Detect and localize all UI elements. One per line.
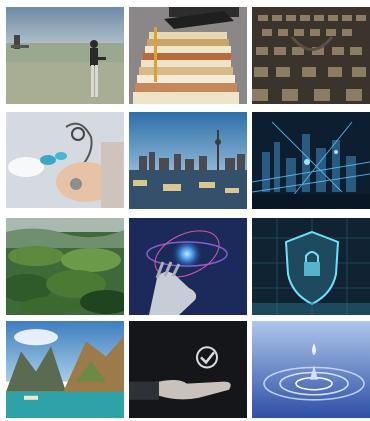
gallery-tile-cyber-shield[interactable] (252, 218, 370, 315)
gallery-tile-auditorium[interactable] (252, 7, 370, 104)
robot-hand-globe-image (129, 218, 247, 315)
harbor-city-skyline-image (129, 112, 247, 209)
gallery-tile-hand-check[interactable] (129, 321, 247, 418)
gallery-tile-harbor[interactable] (129, 112, 247, 209)
field-person-image (6, 7, 124, 104)
medical-stethoscope-image (6, 112, 124, 208)
gallery-tile-books[interactable] (129, 7, 247, 104)
gallery-tile-mountain-lake[interactable] (6, 321, 124, 418)
gallery-tile-field-person[interactable] (6, 7, 124, 104)
auditorium-seats-image (252, 7, 370, 104)
gallery-tile-green-hills[interactable] (6, 218, 124, 315)
hand-checkmark-image (129, 321, 247, 418)
gallery-tile-robot-hand[interactable] (129, 218, 247, 315)
books-graduation-cap-image (129, 7, 247, 104)
green-hills-landscape-image (6, 218, 124, 315)
gallery-tile-digital-city[interactable] (252, 112, 370, 209)
digital-city-network-image (252, 112, 370, 209)
cyber-security-shield-image (252, 218, 370, 315)
image-gallery (0, 0, 370, 421)
gallery-tile-medical[interactable] (6, 112, 124, 208)
mountain-lake-image (6, 321, 124, 418)
water-drop-ripple-image (252, 321, 370, 418)
gallery-tile-water-drop[interactable] (252, 321, 370, 418)
